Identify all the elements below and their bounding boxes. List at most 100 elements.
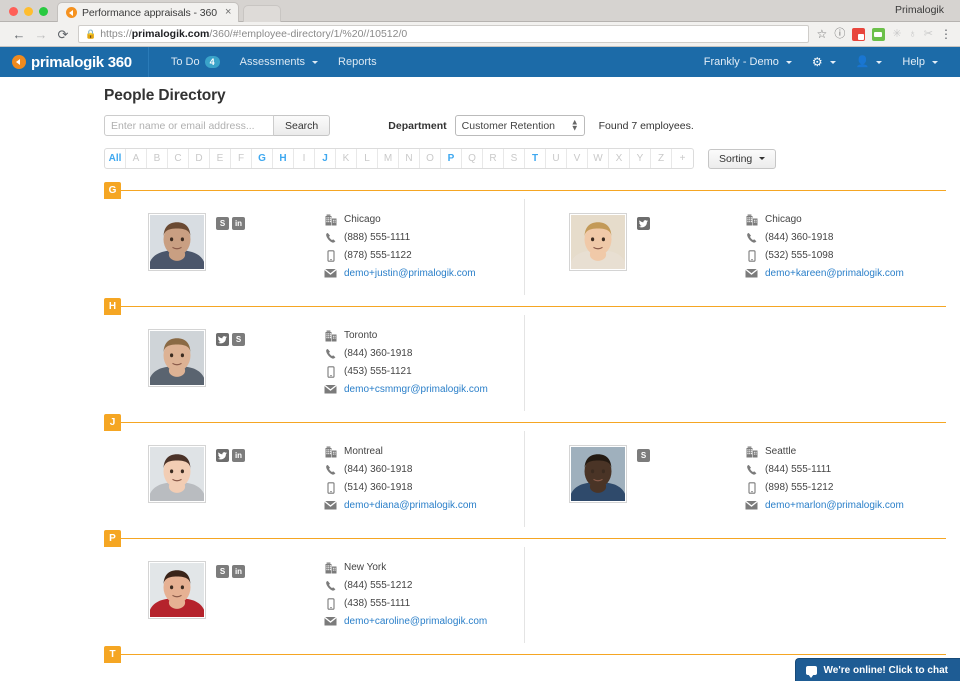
alpha-filter-u[interactable]: U <box>546 149 567 168</box>
linkedin-icon[interactable]: in <box>232 565 245 578</box>
alpha-filter-p[interactable]: P <box>441 149 462 168</box>
primalogik-logo[interactable]: primalogik 360 <box>12 54 148 71</box>
twitter-icon[interactable] <box>637 217 650 230</box>
chat-widget-button[interactable]: We're online! Click to chat <box>794 658 960 681</box>
alpha-filter-all[interactable]: All <box>105 149 126 168</box>
bookmark-star-icon[interactable]: ☆ <box>817 28 828 40</box>
nav-item-todo[interactable]: To Do 4 <box>161 47 230 77</box>
person-card[interactable]: in Montreal (844) 360-1918 (514) 360-1918 de… <box>104 431 525 527</box>
alpha-filter-n[interactable]: N <box>399 149 420 168</box>
avatar[interactable] <box>148 213 206 271</box>
avatar[interactable] <box>569 445 627 503</box>
sorting-button[interactable]: Sorting <box>708 148 777 169</box>
new-tab-button[interactable] <box>243 5 282 22</box>
address-bar[interactable]: 🔒 https:// primalogik.com /360/#!employe… <box>78 25 809 43</box>
extension-red-icon[interactable] <box>852 27 866 41</box>
browser-profile-chip[interactable]: Primalogik <box>887 3 952 17</box>
avatar[interactable] <box>569 213 627 271</box>
section-divider <box>121 305 946 307</box>
person-identity: Sin <box>216 213 314 285</box>
email-link[interactable]: demo+justin@primalogik.com <box>344 268 476 279</box>
alpha-filter-x[interactable]: X <box>609 149 630 168</box>
forward-icon[interactable]: → <box>30 28 52 41</box>
twitter-icon[interactable] <box>216 449 229 462</box>
person-card[interactable]: Sin New York (844) 555-1212 (438) 555-1111 d… <box>104 547 525 643</box>
section-divider <box>121 653 946 655</box>
email-icon <box>745 499 758 512</box>
contact-row: (514) 360-1918 <box>324 481 510 494</box>
alpha-filter-o[interactable]: O <box>420 149 441 168</box>
linkedin-icon[interactable]: in <box>232 449 245 462</box>
empty-card-slot <box>525 315 946 411</box>
directory-section-p: P Sin New York (844) 555-1212 (438) 555-1111… <box>104 529 946 643</box>
skype-icon[interactable]: S <box>637 449 650 462</box>
alpha-filter-s[interactable]: S <box>504 149 525 168</box>
alpha-filter-l[interactable]: L <box>357 149 378 168</box>
alpha-filter-q[interactable]: Q <box>462 149 483 168</box>
browser-tab[interactable]: Performance appraisals - 360 × <box>57 2 240 22</box>
scissors-icon[interactable]: ✂ <box>924 28 933 40</box>
alpha-filter-e[interactable]: E <box>210 149 231 168</box>
alpha-filter-r[interactable]: R <box>483 149 504 168</box>
avatar[interactable] <box>148 445 206 503</box>
snowflake-icon[interactable]: ✳ <box>892 28 901 40</box>
alpha-filter-b[interactable]: B <box>147 149 168 168</box>
search-button[interactable]: Search <box>274 115 331 136</box>
email-link[interactable]: demo+diana@primalogik.com <box>344 500 477 511</box>
nav-right-group: Frankly - Demo ⚙ 👤 Help <box>694 47 948 77</box>
person-card[interactable]: S Seattle (844) 555-1111 (898) 555-1212 demo… <box>525 431 946 527</box>
email-link[interactable]: demo+kareen@primalogik.com <box>765 268 904 279</box>
contact-row: (878) 555-1122 <box>324 249 510 262</box>
reload-icon[interactable]: ⟳ <box>52 28 74 41</box>
info-icon[interactable]: ⓘ <box>834 28 845 40</box>
nav-item-user[interactable]: 👤 <box>846 47 893 77</box>
linkedin-icon[interactable]: in <box>232 217 245 230</box>
search-input[interactable] <box>104 115 274 136</box>
alpha-filter-y[interactable]: Y <box>630 149 651 168</box>
alpha-filter-f[interactable]: F <box>231 149 252 168</box>
extension-green-icon[interactable] <box>872 27 886 41</box>
person-card[interactable]: Chicago (844) 360-1918 (532) 555-1098 demo+… <box>525 199 946 295</box>
department-select[interactable]: Customer Retention <box>454 115 585 136</box>
maximize-window-button[interactable] <box>39 7 48 16</box>
skype-icon[interactable]: S <box>216 217 229 230</box>
email-link[interactable]: demo+csmmgr@primalogik.com <box>344 384 488 395</box>
close-window-button[interactable] <box>9 7 18 16</box>
alpha-filter-plus[interactable]: + <box>672 149 693 168</box>
alpha-filter-k[interactable]: K <box>336 149 357 168</box>
alpha-filter-t[interactable]: T <box>525 149 546 168</box>
alpha-filter-c[interactable]: C <box>168 149 189 168</box>
nav-item-help[interactable]: Help <box>892 47 948 77</box>
alpha-filter-i[interactable]: I <box>294 149 315 168</box>
alpha-filter-w[interactable]: W <box>588 149 609 168</box>
avatar[interactable] <box>148 561 206 619</box>
alpha-filter-z[interactable]: Z <box>651 149 672 168</box>
browser-menu-icon[interactable]: ⋮ <box>940 27 952 41</box>
alpha-filter-h[interactable]: H <box>273 149 294 168</box>
nav-item-account[interactable]: Frankly - Demo <box>694 47 802 77</box>
url-domain: primalogik.com <box>131 28 210 40</box>
skype-icon[interactable]: S <box>232 333 245 346</box>
tab-close-icon[interactable]: × <box>222 7 231 18</box>
twitter-icon[interactable] <box>216 333 229 346</box>
email-link[interactable]: demo+marlon@primalogik.com <box>765 500 904 511</box>
alpha-filter-j[interactable]: J <box>315 149 336 168</box>
nav-item-reports[interactable]: Reports <box>328 47 387 77</box>
skype-icon[interactable]: S <box>216 565 229 578</box>
avatar[interactable] <box>148 329 206 387</box>
person-card[interactable]: Sin Chicago (888) 555-1111 (878) 555-1122 de… <box>104 199 525 295</box>
section-divider <box>121 189 946 191</box>
nav-item-assessments[interactable]: Assessments <box>230 47 328 77</box>
alpha-filter-a[interactable]: A <box>126 149 147 168</box>
alpha-filter-g[interactable]: G <box>252 149 273 168</box>
person-icon[interactable]: ♁ <box>909 28 917 40</box>
nav-item-settings[interactable]: ⚙ <box>802 47 846 77</box>
back-icon[interactable]: ← <box>8 28 30 41</box>
minimize-window-button[interactable] <box>24 7 33 16</box>
person-card[interactable]: S Toronto (844) 360-1918 (453) 555-1121 demo… <box>104 315 525 411</box>
person-contact: Chicago (844) 360-1918 (532) 555-1098 demo+… <box>745 213 946 285</box>
email-link[interactable]: demo+caroline@primalogik.com <box>344 616 487 627</box>
alpha-filter-v[interactable]: V <box>567 149 588 168</box>
alpha-filter-m[interactable]: M <box>378 149 399 168</box>
alpha-filter-d[interactable]: D <box>189 149 210 168</box>
